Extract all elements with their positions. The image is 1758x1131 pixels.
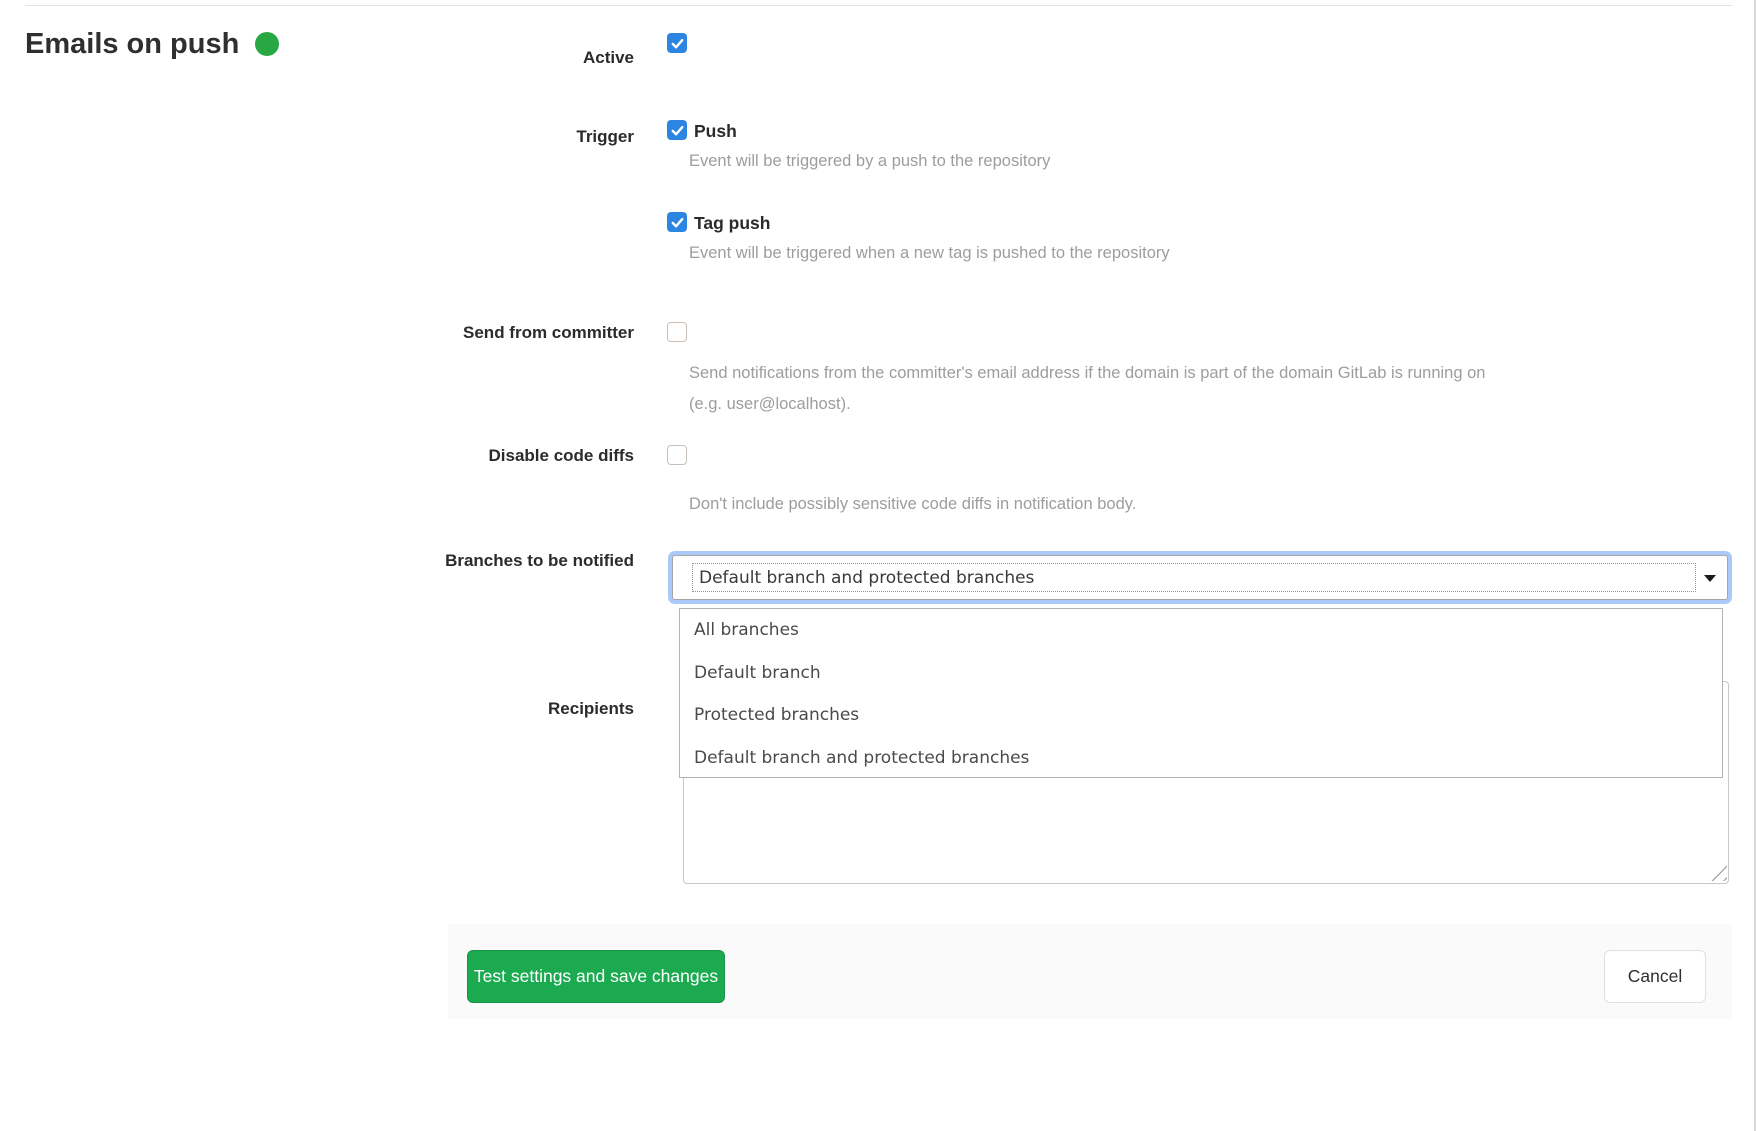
cancel-button[interactable]: Cancel — [1604, 950, 1706, 1003]
field-label-recipients: Recipients — [434, 694, 634, 724]
emails-on-push-settings-page: Emails on push Active Trigger Send from … — [0, 0, 1758, 1131]
test-settings-save-button[interactable]: Test settings and save changes — [467, 950, 725, 1003]
tag-push-trigger-checkbox[interactable] — [667, 212, 687, 232]
disable-code-diffs-description: Don't include possibly sensitive code di… — [689, 492, 1136, 516]
field-label-disable-code-diffs: Disable code diffs — [434, 441, 634, 471]
push-trigger-label[interactable]: Push — [694, 119, 737, 143]
checkmark-icon — [670, 36, 685, 51]
field-label-trigger: Trigger — [434, 122, 634, 152]
send-from-committer-description: Send notifications from the committer's … — [689, 358, 1519, 420]
branches-select-dropdown: All branches Default branch Protected br… — [679, 608, 1723, 778]
active-status-dot-icon — [255, 32, 279, 56]
send-from-committer-checkbox[interactable] — [667, 322, 687, 342]
branches-to-be-notified-select[interactable]: Default branch and protected branches — [672, 555, 1728, 600]
integration-header: Emails on push — [25, 26, 279, 62]
top-divider — [25, 5, 1732, 6]
field-label-send-from-committer: Send from committer — [434, 318, 634, 348]
tag-push-trigger-label[interactable]: Tag push — [694, 211, 770, 235]
push-trigger-description: Event will be triggered by a push to the… — [689, 149, 1050, 173]
select-option-default-and-protected[interactable]: Default branch and protected branches — [680, 737, 1722, 780]
push-trigger-checkbox[interactable] — [667, 120, 687, 140]
chevron-down-icon[interactable] — [1704, 575, 1716, 582]
checkmark-icon — [670, 123, 685, 138]
page-title: Emails on push — [25, 26, 239, 62]
select-option-default-branch[interactable]: Default branch — [680, 652, 1722, 695]
active-checkbox[interactable] — [667, 33, 687, 53]
disable-code-diffs-checkbox[interactable] — [667, 445, 687, 465]
right-page-edge — [1754, 0, 1756, 1131]
tag-push-trigger-description: Event will be triggered when a new tag i… — [689, 241, 1170, 265]
select-option-protected-branches[interactable]: Protected branches — [680, 694, 1722, 737]
field-label-branches-to-be-notified: Branches to be notified — [434, 546, 634, 576]
checkmark-icon — [670, 215, 685, 230]
field-label-active: Active — [434, 43, 634, 73]
select-option-all-branches[interactable]: All branches — [680, 609, 1722, 652]
branches-selected-value: Default branch and protected branches — [699, 556, 1034, 599]
